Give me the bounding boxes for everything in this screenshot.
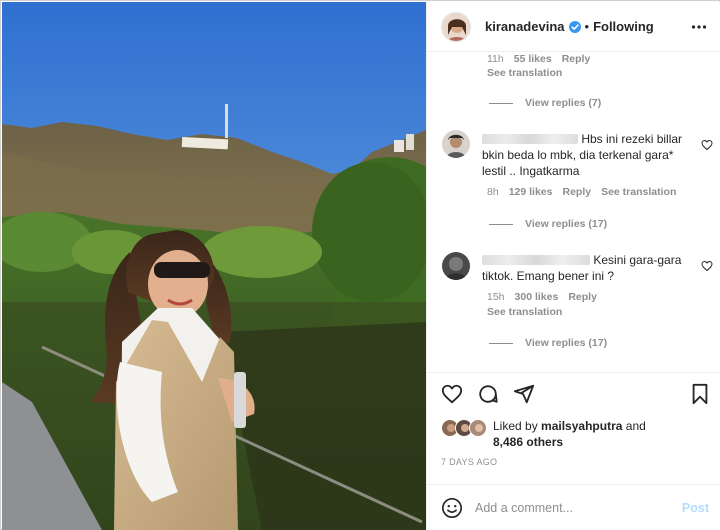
liker-avatars — [441, 419, 489, 437]
post-side-panel: kiranadevina • Following 11h 55 likes Re… — [426, 2, 720, 530]
instagram-post-window: kiranadevina • Following 11h 55 likes Re… — [0, 0, 720, 530]
replies-divider — [489, 342, 513, 344]
post-photo[interactable] — [2, 2, 426, 530]
comments-list[interactable]: 11h 55 likes Reply See translation View … — [427, 53, 720, 372]
liker-username[interactable]: mailsyahputra — [541, 419, 622, 433]
comment-meta: 8h 129 likes Reply See translation — [487, 186, 676, 198]
blurred-username — [482, 255, 590, 265]
comment-likes[interactable]: 300 likes — [515, 291, 559, 303]
comment-meta: 11h 55 likes Reply — [487, 53, 590, 65]
comment-like-heart-icon[interactable] — [701, 139, 713, 151]
author-username[interactable]: kiranadevina — [485, 19, 565, 34]
following-button[interactable]: Following — [593, 19, 654, 34]
like-heart-icon[interactable] — [441, 383, 463, 405]
post-comment-button[interactable]: Post — [682, 501, 709, 515]
view-replies-button[interactable]: View replies (7) — [489, 97, 601, 109]
view-replies-label: View replies (17) — [525, 218, 608, 230]
comment-like-heart-icon[interactable] — [701, 260, 713, 272]
emoji-icon[interactable] — [441, 497, 463, 519]
replies-divider — [489, 102, 513, 104]
commenter-avatar[interactable] — [442, 130, 470, 158]
view-replies-label: View replies (17) — [525, 337, 608, 349]
see-translation-link[interactable]: See translation — [601, 186, 676, 198]
liker-avatar — [469, 419, 487, 437]
liked-by-prefix: Liked by — [493, 419, 538, 433]
blurred-username — [482, 134, 578, 144]
comment-line: Hbs ini rezeki billar — [581, 132, 683, 146]
likes-summary: Liked by mailsyahputra and 8,486 others — [441, 416, 711, 452]
view-replies-button[interactable]: View replies (17) — [489, 218, 607, 230]
comment-text: Kesini gara-gara tiktok. Emang bener ini… — [482, 252, 702, 284]
replies-divider — [489, 223, 513, 225]
liked-by-text: Liked by mailsyahputra and 8,486 others — [493, 418, 646, 450]
see-translation-link[interactable]: See translation — [487, 306, 562, 318]
reply-button[interactable]: Reply — [562, 53, 591, 65]
liked-by-conj: and — [625, 419, 646, 433]
comment-likes[interactable]: 55 likes — [514, 53, 552, 65]
comment-line: lestil .. Ingatkarma — [482, 164, 580, 178]
view-replies-button[interactable]: View replies (17) — [489, 337, 607, 349]
comment-line: Kesini gara-gara — [593, 253, 682, 267]
more-options-icon[interactable] — [691, 19, 707, 35]
add-comment-bar: Post — [427, 484, 720, 530]
comment-likes[interactable]: 129 likes — [509, 186, 553, 198]
comment-line: tiktok. Emang bener ini ? — [482, 269, 615, 283]
share-send-icon[interactable] — [513, 383, 535, 405]
reply-button[interactable]: Reply — [568, 291, 597, 303]
author-avatar[interactable] — [441, 11, 471, 42]
reply-button[interactable]: Reply — [562, 186, 591, 198]
post-header: kiranadevina • Following — [427, 2, 720, 52]
comment-text: Hbs ini rezeki billar bkin beda lo mbk, … — [482, 131, 702, 179]
save-bookmark-icon[interactable] — [689, 383, 711, 405]
comment-line: bkin beda lo mbk, dia terkenal gara* — [482, 148, 674, 162]
post-photo-image — [2, 2, 426, 530]
comment-bubble-icon[interactable] — [477, 383, 499, 405]
others-count[interactable]: 8,486 others — [493, 435, 563, 449]
commenter-avatar[interactable] — [442, 252, 470, 280]
post-date[interactable]: 7 DAYS AGO — [441, 457, 497, 467]
see-translation-link[interactable]: See translation — [487, 67, 562, 79]
add-comment-input[interactable] — [475, 497, 675, 519]
comment-time: 8h — [487, 186, 499, 198]
header-separator: • — [584, 19, 590, 34]
view-replies-label: View replies (7) — [525, 97, 602, 109]
verified-badge-icon — [568, 20, 581, 33]
post-actions-bar — [427, 372, 720, 410]
comment-time: 15h — [487, 291, 505, 303]
comment-time: 11h — [487, 53, 504, 65]
comment-meta: 15h 300 likes Reply — [487, 291, 597, 303]
